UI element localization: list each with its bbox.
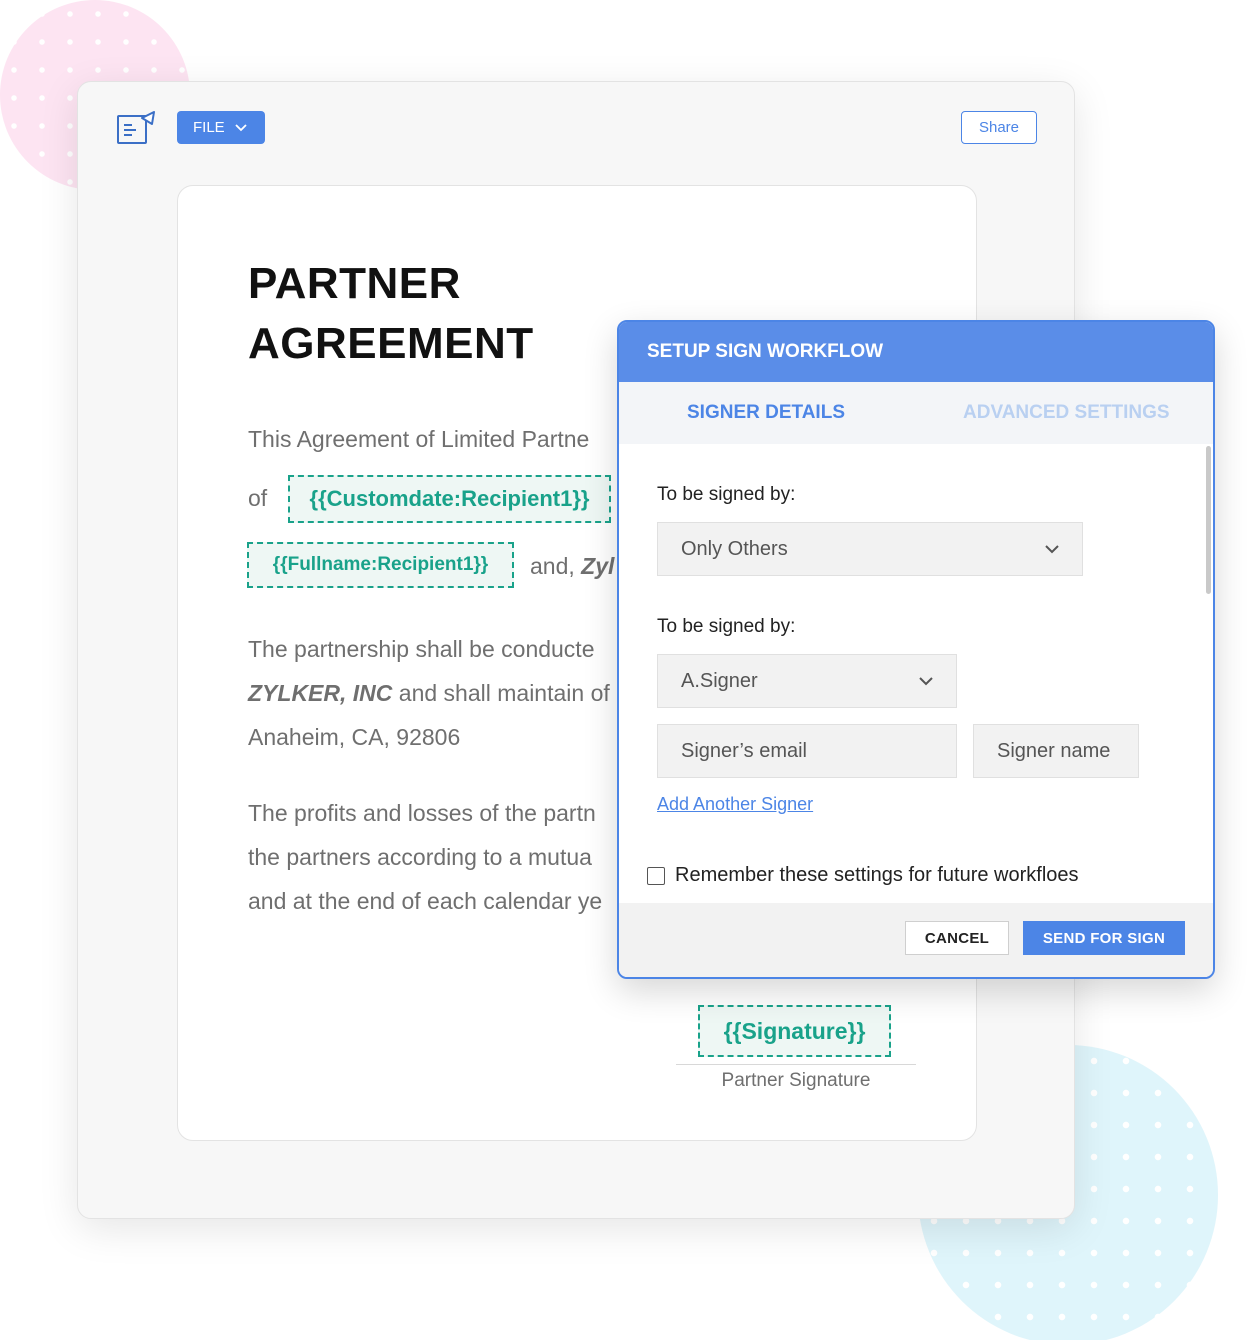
chevron-down-icon — [235, 123, 247, 131]
add-another-signer-link[interactable]: Add Another Signer — [657, 794, 813, 815]
fullname-tag[interactable]: {{Fullname:Recipient1}} — [247, 542, 514, 588]
and-prefix: and, — [530, 553, 575, 579]
profits-text-line-2: the partners according to a mutua — [248, 844, 592, 870]
dialog-title: SETUP SIGN WORKFLOW — [619, 322, 1213, 382]
share-button[interactable]: Share — [961, 111, 1037, 144]
document-title: PARTNER AGREEMENT — [248, 259, 534, 368]
tab-signer-details[interactable]: SIGNER DETAILS — [687, 402, 845, 424]
signer-email-field[interactable]: Signer’s email — [657, 724, 957, 778]
remember-settings-row[interactable]: Remember these settings for future workf… — [647, 864, 1079, 887]
remember-checkbox[interactable] — [647, 866, 665, 885]
dialog-footer: CANCEL SEND FOR SIGN — [619, 903, 1213, 977]
document-send-icon — [117, 111, 155, 144]
signer-label: To be signed by: — [657, 616, 796, 637]
agreement-of-text: of — [248, 485, 268, 511]
signer-value: A.Signer — [681, 669, 758, 692]
dialog-tabs: SIGNER DETAILS ADVANCED SETTINGS — [619, 382, 1213, 444]
profits-text-line-1: The profits and losses of the partn — [248, 800, 596, 826]
signer-name-field[interactable]: Signer name — [973, 724, 1139, 778]
agreement-and-text: and, Zyl — [530, 553, 614, 580]
sign-workflow-dialog: SETUP SIGN WORKFLOW SIGNER DETAILS ADVAN… — [617, 320, 1215, 979]
agreement-text-line: This Agreement of Limited Partne — [248, 426, 590, 452]
signed-by-value: Only Others — [681, 537, 788, 560]
signed-by-label: To be signed by: — [657, 484, 796, 505]
profits-text-line-3: and at the end of each calendar ye — [248, 888, 603, 914]
signature-line — [676, 1064, 916, 1065]
cancel-button[interactable]: CANCEL — [905, 921, 1009, 955]
signed-by-select[interactable]: Only Others — [657, 522, 1083, 576]
remember-label: Remember these settings for future workf… — [675, 864, 1079, 886]
send-for-sign-button[interactable]: SEND FOR SIGN — [1023, 921, 1185, 955]
partnership-text-line-2: ZYLKER, INC and shall maintain of — [248, 680, 610, 707]
partnership-rest: and shall maintain of — [398, 680, 610, 706]
signature-tag[interactable]: {{Signature}} — [698, 1005, 891, 1057]
tab-advanced-settings[interactable]: ADVANCED SETTINGS — [963, 402, 1170, 424]
signature-label: Partner Signature — [721, 1070, 871, 1091]
company-name-fragment: Zyl — [581, 553, 615, 579]
partnership-text-line: The partnership shall be conducte — [248, 636, 595, 662]
chevron-down-icon — [919, 677, 933, 686]
custom-date-tag[interactable]: {{Customdate:Recipient1}} — [288, 475, 611, 523]
chevron-down-icon — [1045, 545, 1059, 554]
signer-select[interactable]: A.Signer — [657, 654, 957, 708]
dialog-scrollbar[interactable] — [1206, 446, 1211, 594]
address-text: Anaheim, CA, 92806 — [248, 724, 461, 750]
file-menu-button[interactable]: FILE — [177, 111, 265, 144]
file-menu-label: FILE — [193, 119, 225, 136]
company-name: ZYLKER, INC — [248, 680, 393, 706]
